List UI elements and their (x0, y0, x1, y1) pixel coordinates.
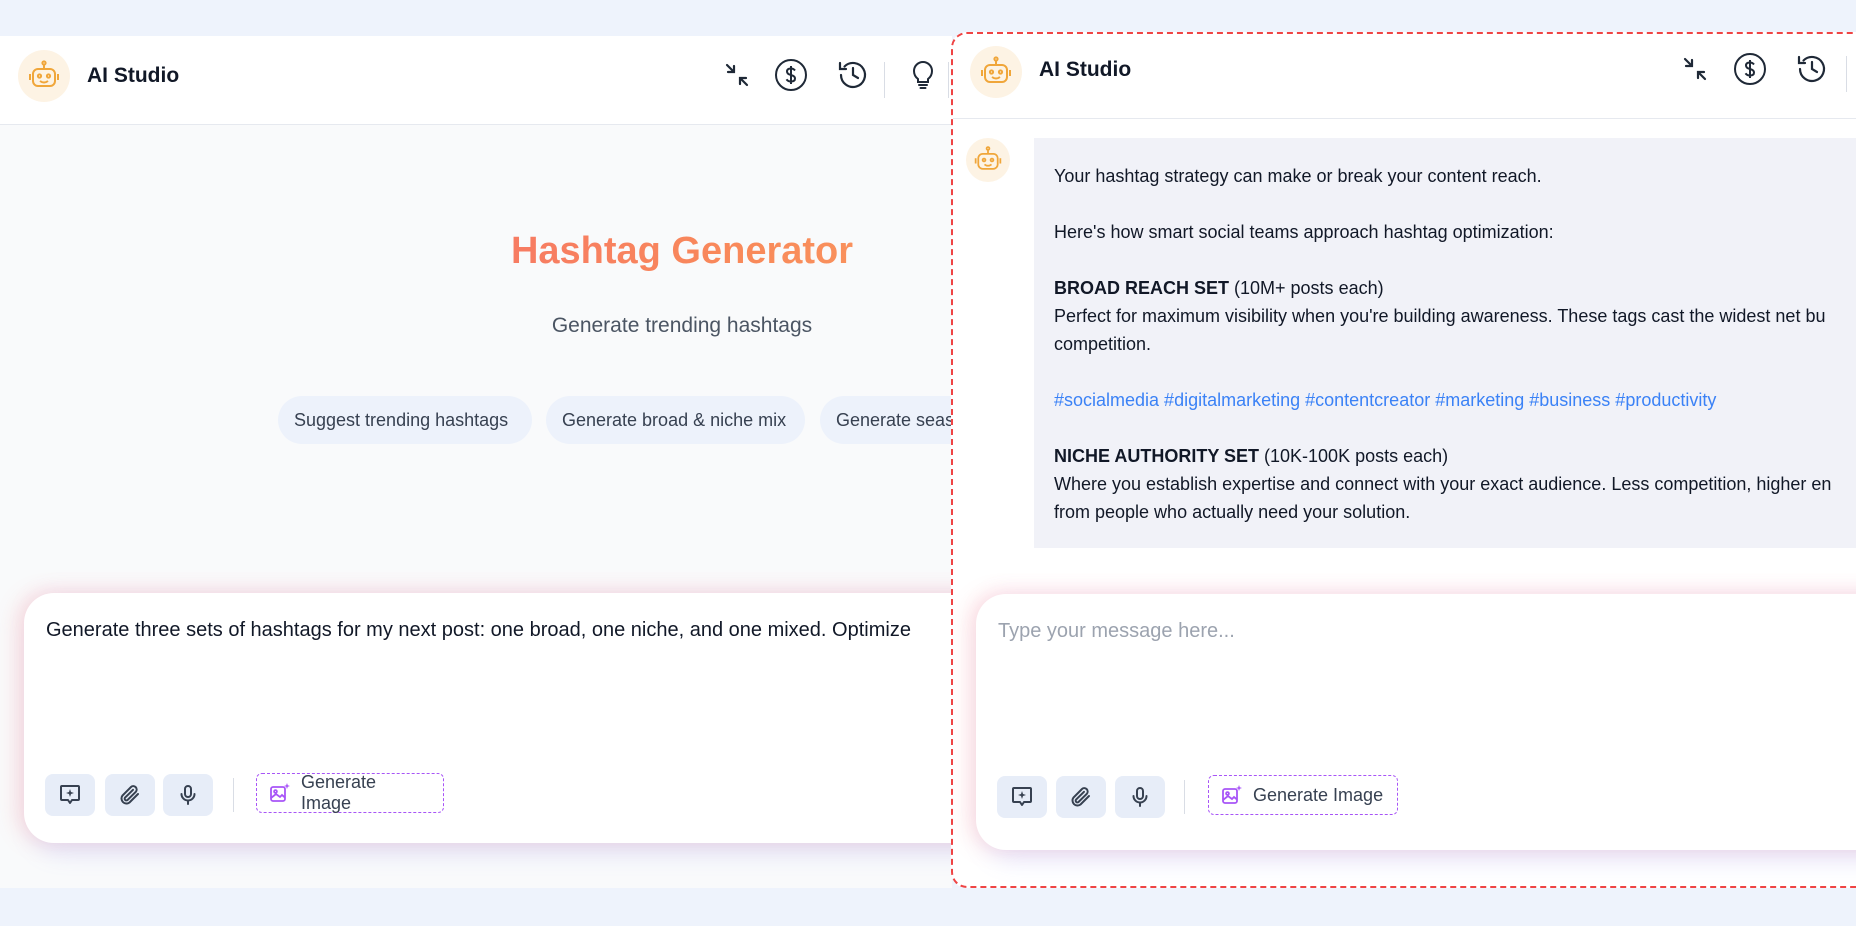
header-divider (948, 62, 949, 98)
broad-reach-description: Perfect for maximum visibility when you'… (1054, 306, 1826, 326)
message-intro: Your hashtag strategy can make or break … (1054, 166, 1542, 186)
app-title: AI Studio (1039, 58, 1132, 81)
history-icon[interactable] (1795, 52, 1829, 86)
dollar-icon[interactable] (1733, 52, 1767, 86)
niche-authority-title: NICHE AUTHORITY SET (1054, 446, 1260, 466)
niche-authority-meta: (10K-100K posts each) (1259, 446, 1449, 466)
assistant-message: Your hashtag strategy can make or break … (1034, 138, 1856, 548)
message-input[interactable]: Generate three sets of hashtags for my n… (46, 619, 911, 642)
niche-authority-section: NICHE AUTHORITY SET (10K-100K posts each… (1054, 442, 1856, 526)
left-header: AI Studio (0, 36, 952, 125)
dollar-icon[interactable] (774, 58, 808, 92)
generate-image-button[interactable]: Generate Image (1208, 775, 1398, 815)
right-header: AI Studio (953, 34, 1856, 119)
robot-avatar-icon (970, 46, 1022, 98)
app-title: AI Studio (87, 64, 180, 87)
attach-button[interactable] (1056, 776, 1106, 818)
broad-reach-section: BROAD REACH SET (10M+ posts each) Perfec… (1054, 274, 1856, 358)
suggestion-chip[interactable]: Generate seas (820, 396, 952, 444)
header-divider (1846, 56, 1847, 92)
lightbulb-icon[interactable] (906, 58, 940, 92)
broad-reach-description-cont: competition. (1054, 334, 1152, 354)
robot-avatar-icon (18, 50, 70, 102)
chat-input-card: Generate three sets of hashtags for my n… (24, 593, 952, 843)
generate-image-label: Generate Image (1253, 784, 1384, 805)
broad-hashtags[interactable]: #socialmedia #digitalmarketing #contentc… (1054, 386, 1856, 414)
generate-image-label: Generate Image (300, 772, 377, 813)
paperclip-icon (1071, 787, 1090, 807)
paperclip-icon (120, 785, 139, 805)
microphone-button[interactable] (163, 774, 213, 816)
right-chat-panel: AI Studio Your hashtag strategy can make… (951, 32, 1856, 888)
chat-sparkle-icon (60, 785, 80, 804)
image-sparkle-icon (270, 783, 290, 802)
bot-message-avatar-icon (966, 138, 1010, 182)
message-lead: Here's how smart social teams approach h… (1054, 222, 1554, 242)
broad-reach-title: BROAD REACH SET (1054, 278, 1230, 298)
broad-reach-meta: (10M+ posts each) (1229, 278, 1384, 298)
left-chat-panel: AI Studio Hashtag Generator Generate tre… (0, 36, 952, 888)
niche-authority-description: Where you establish expertise and connec… (1054, 474, 1832, 494)
microphone-icon (180, 785, 196, 805)
message-input[interactable]: Type your message here... (998, 620, 1235, 643)
page-title: Hashtag Generator (0, 230, 952, 273)
toolbar-divider (233, 778, 234, 812)
minimize-icon[interactable] (1678, 52, 1712, 86)
history-icon[interactable] (836, 58, 870, 92)
prompt-button[interactable] (997, 776, 1047, 818)
suggestion-chip[interactable]: Suggest trending hashtags (278, 396, 532, 444)
niche-authority-description-cont: from people who actually need your solut… (1054, 502, 1411, 522)
toolbar-divider (1184, 780, 1185, 814)
suggestion-chip[interactable]: Generate broad & niche mix (546, 396, 805, 444)
image-sparkle-icon (1222, 785, 1242, 804)
chat-input-card: Type your message here... Generate Image (976, 594, 1856, 850)
header-divider (884, 62, 885, 98)
microphone-icon (1132, 787, 1148, 807)
attach-button[interactable] (105, 774, 155, 816)
microphone-button[interactable] (1115, 776, 1165, 818)
page-subtitle: Generate trending hashtags (551, 314, 813, 337)
prompt-button[interactable] (45, 774, 95, 816)
generate-image-button[interactable]: Generate Image (256, 772, 444, 813)
minimize-icon[interactable] (720, 58, 754, 92)
chat-sparkle-icon (1012, 787, 1032, 806)
